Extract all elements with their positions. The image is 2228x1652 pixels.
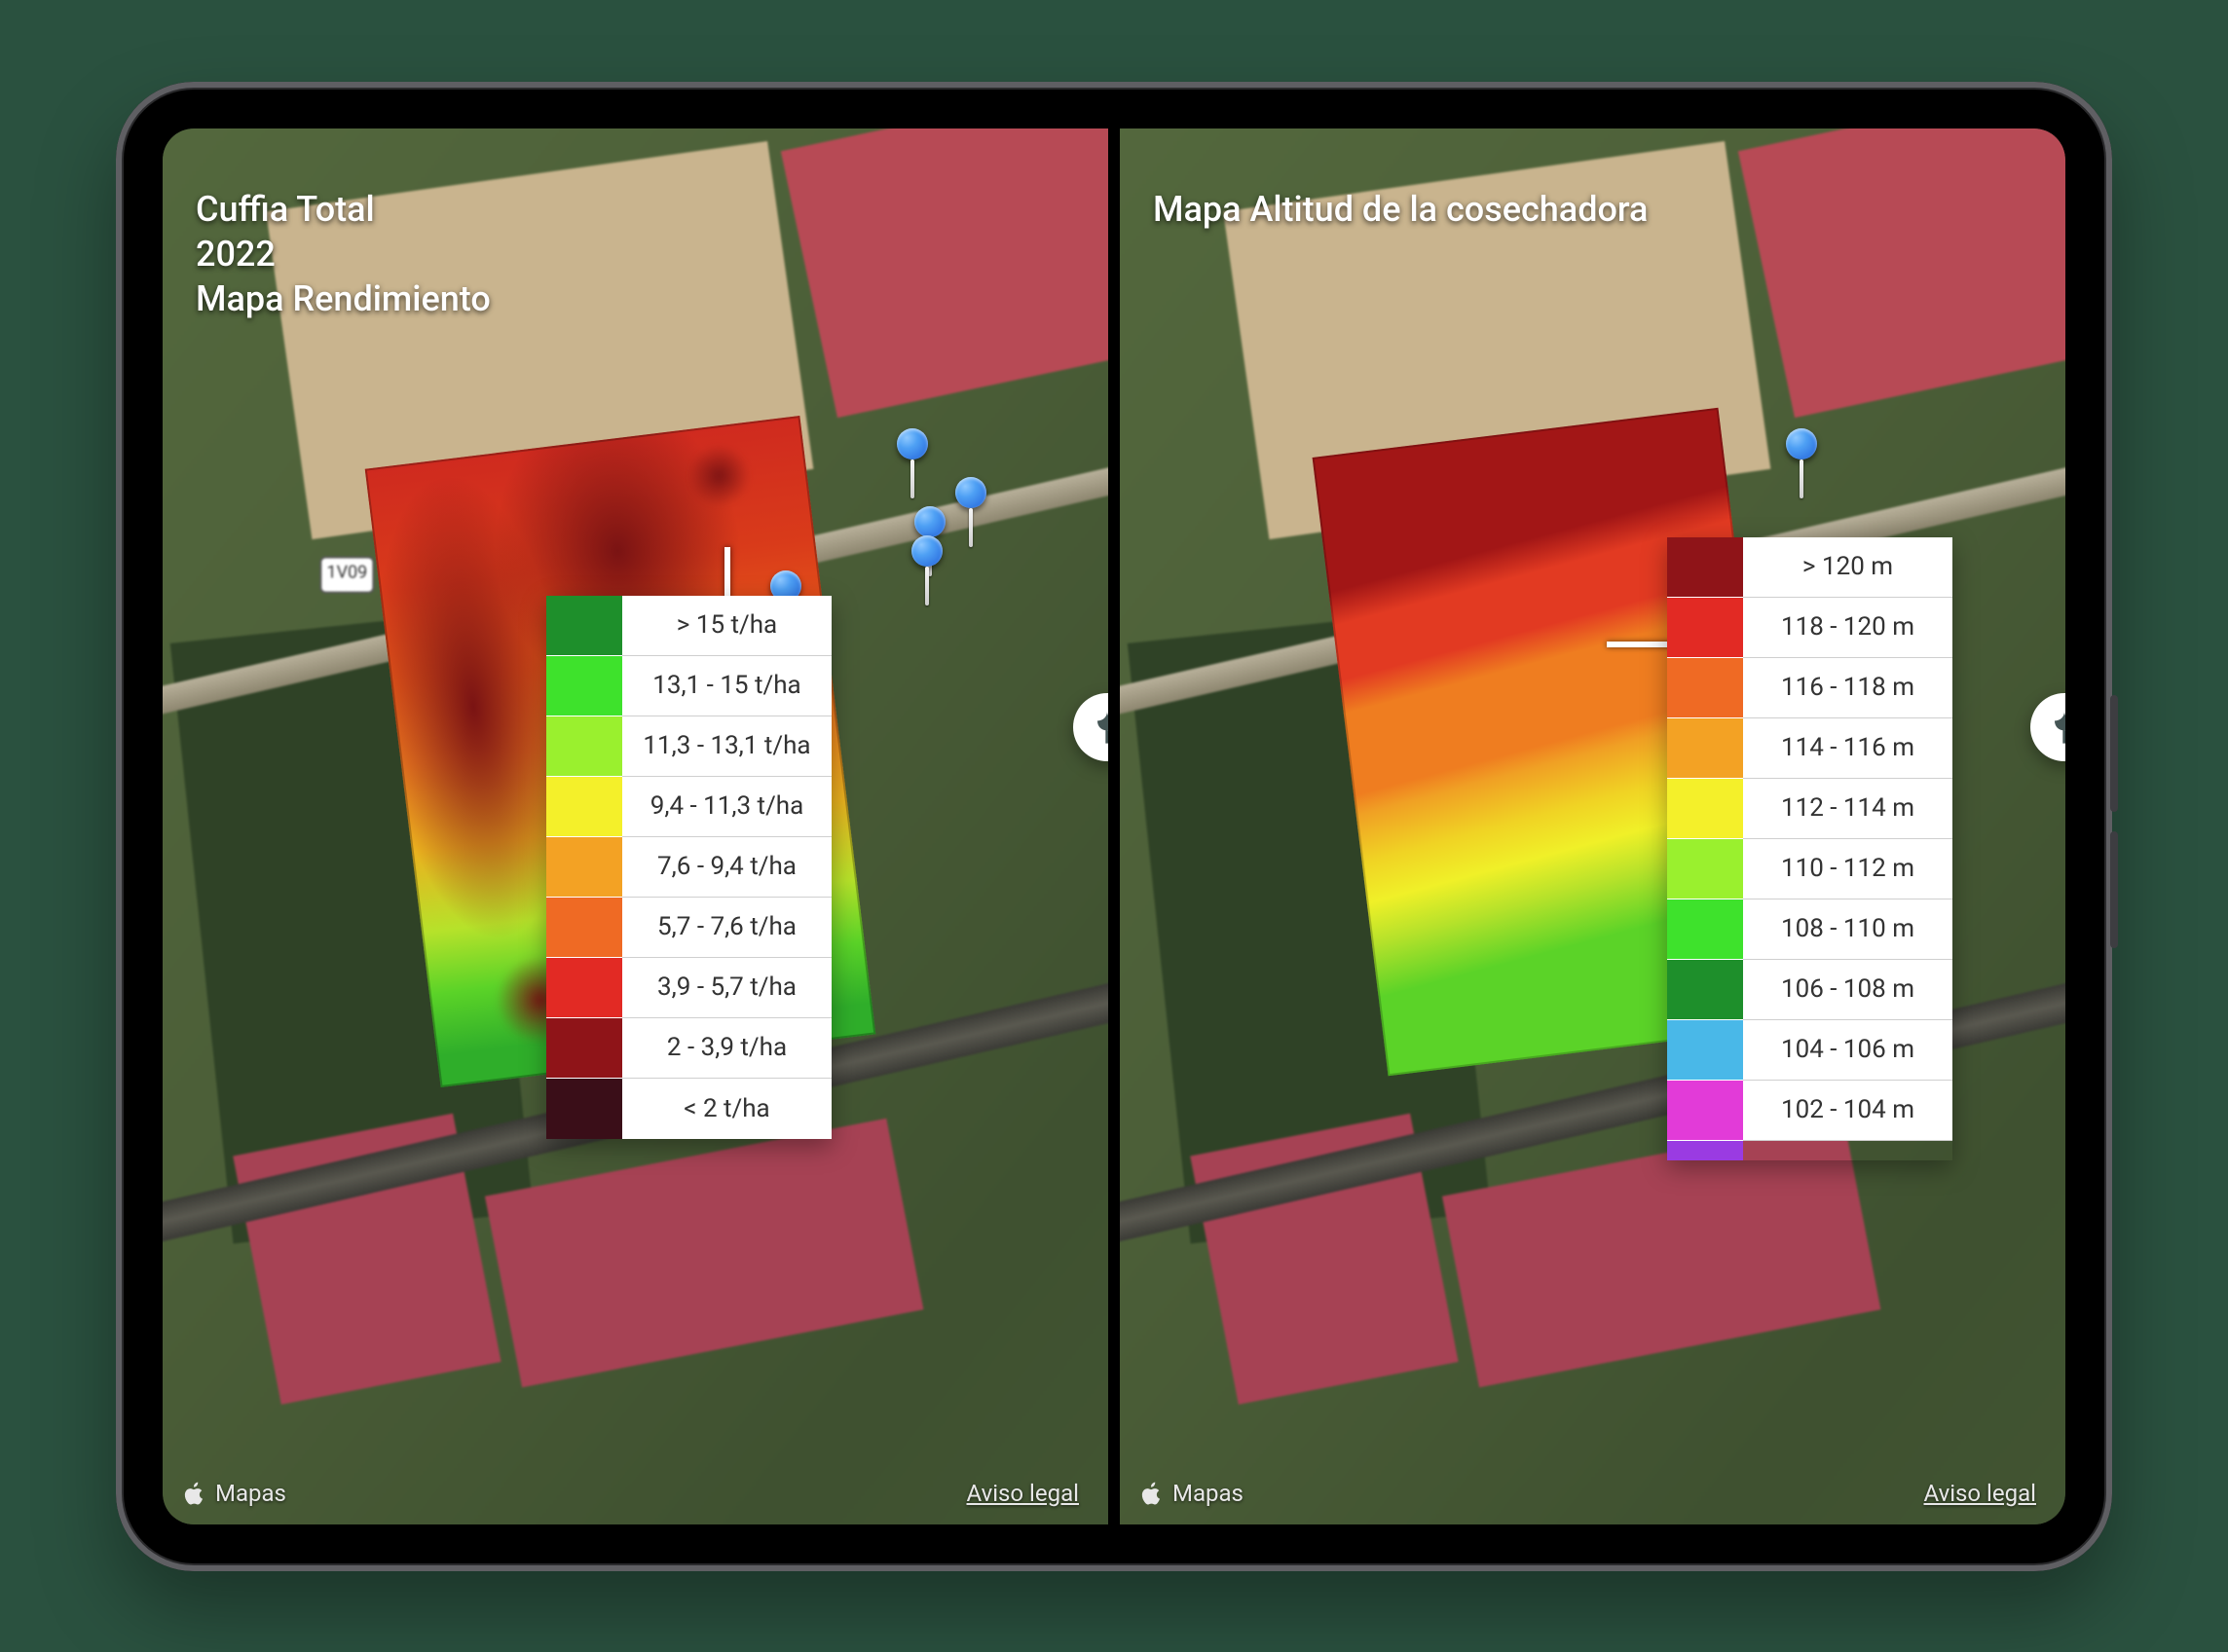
plant-icon [1088,708,1108,747]
map-pane-yield[interactable]: 1V09 Cuffia Total 2022 Mapa Rendimiento … [163,128,1108,1524]
legend-swatch [1667,1141,1743,1160]
legend-label: 104 - 106 m [1743,1020,1952,1081]
legend-swatch [1667,658,1743,718]
pin-head-icon [897,428,928,459]
legend-label: > 15 t/ha [622,596,832,656]
pin-head-icon [1786,428,1817,459]
apple-logo-icon [1139,1481,1165,1506]
legend-swatch [546,898,622,958]
map-title: Mapa Altitud de la cosechadora [1153,187,1648,232]
legend-row: < 2 t/ha [546,1079,832,1139]
legend-row: 11,3 - 13,1 t/ha [546,716,832,777]
volume-button [2110,695,2118,812]
pin-stick [1800,459,1803,498]
map-attribution[interactable]: Mapas [1139,1480,1244,1507]
legend-row: 7,6 - 9,4 t/ha [546,837,832,898]
legend-label: 7,6 - 9,4 t/ha [622,837,832,898]
legend-label: 108 - 110 m [1743,899,1952,960]
legend-label: 11,3 - 13,1 t/ha [622,716,832,777]
legend-swatch [1667,1020,1743,1081]
map-title: Cuffia Total 2022 Mapa Rendimiento [196,187,491,321]
legend-swatch [1667,839,1743,899]
legend-row: 3,9 - 5,7 t/ha [546,958,832,1018]
maps-label: Mapas [215,1480,286,1507]
legend-label: 13,1 - 15 t/ha [622,656,832,716]
legend-swatch [546,656,622,716]
legend-row: 102 - 104 m [1667,1081,1952,1141]
legend-label: 112 - 114 m [1743,779,1952,839]
legend-swatch [1667,779,1743,839]
legend-swatch [1667,718,1743,779]
legend-label: 2 - 3,9 t/ha [622,1018,832,1079]
pin-head-icon [914,506,946,537]
legend-row: 116 - 118 m [1667,658,1952,718]
pin-stick [925,567,929,606]
legend-label: 114 - 116 m [1743,718,1952,779]
apple-logo-icon [182,1481,207,1506]
legend-swatch [546,1079,622,1139]
device-frame: 1V09 Cuffia Total 2022 Mapa Rendimiento … [116,82,2112,1571]
legend-swatch [546,958,622,1018]
legend-row: 118 - 120 m [1667,598,1952,658]
legend-row: 2 - 3,9 t/ha [546,1018,832,1079]
legend-swatch [546,1018,622,1079]
map-pin[interactable] [911,541,943,606]
legend-row: 112 - 114 m [1667,779,1952,839]
screen: 1V09 Cuffia Total 2022 Mapa Rendimiento … [163,128,2065,1524]
pin-stick [969,508,973,547]
legend-swatch [546,596,622,656]
legend-row: 9,4 - 11,3 t/ha [546,777,832,837]
legend-row: > 120 m [1667,537,1952,598]
legend-swatch [1667,1081,1743,1141]
volume-button [2110,831,2118,948]
legend-row: 106 - 108 m [1667,960,1952,1020]
legend-label: 102 - 104 m [1743,1081,1952,1141]
legend-swatch [1667,537,1743,598]
road-label: 1V09 [319,556,374,593]
legend-label: < 2 t/ha [622,1079,832,1139]
legend-row: > 15 t/ha [546,596,832,656]
legend-label: > 120 m [1743,537,1952,598]
legend-altitude: > 120 m118 - 120 m116 - 118 m114 - 116 m… [1667,537,1952,1160]
legend-row: 110 - 112 m [1667,839,1952,899]
legend-swatch [546,837,622,898]
legend-swatch [546,716,622,777]
legend-label: 9,4 - 11,3 t/ha [622,777,832,837]
maps-label: Mapas [1172,1480,1244,1507]
legend-row: 104 - 106 m [1667,1020,1952,1081]
split-divider[interactable] [1108,128,1120,1524]
map-pin[interactable] [955,483,986,547]
legend-label: 3,9 - 5,7 t/ha [622,958,832,1018]
map-pin[interactable] [897,434,928,498]
legend-row: 114 - 116 m [1667,718,1952,779]
legend-row: 108 - 110 m [1667,899,1952,960]
pin-head-icon [911,535,943,567]
legend-row [1667,1141,1952,1160]
plant-icon [2045,708,2065,747]
legend-row: 5,7 - 7,6 t/ha [546,898,832,958]
legend-swatch [1667,960,1743,1020]
legend-yield: > 15 t/ha13,1 - 15 t/ha11,3 - 13,1 t/ha9… [546,596,832,1139]
legend-label: 5,7 - 7,6 t/ha [622,898,832,958]
legend-swatch [546,777,622,837]
legend-label: 106 - 108 m [1743,960,1952,1020]
pin-head-icon [955,477,986,508]
legend-swatch [1667,899,1743,960]
map-pane-altitude[interactable]: Mapa Altitud de la cosechadora > 120 m11… [1120,128,2065,1524]
map-attribution[interactable]: Mapas [182,1480,286,1507]
legend-row: 13,1 - 15 t/ha [546,656,832,716]
legend-label: 110 - 112 m [1743,839,1952,899]
map-pin[interactable] [1786,434,1817,498]
legal-notice-link[interactable]: Aviso legal [1924,1480,2037,1507]
legal-notice-link[interactable]: Aviso legal [967,1480,1080,1507]
legend-label: 118 - 120 m [1743,598,1952,658]
legend-label: 116 - 118 m [1743,658,1952,718]
pin-stick [910,459,914,498]
legend-swatch [1667,598,1743,658]
